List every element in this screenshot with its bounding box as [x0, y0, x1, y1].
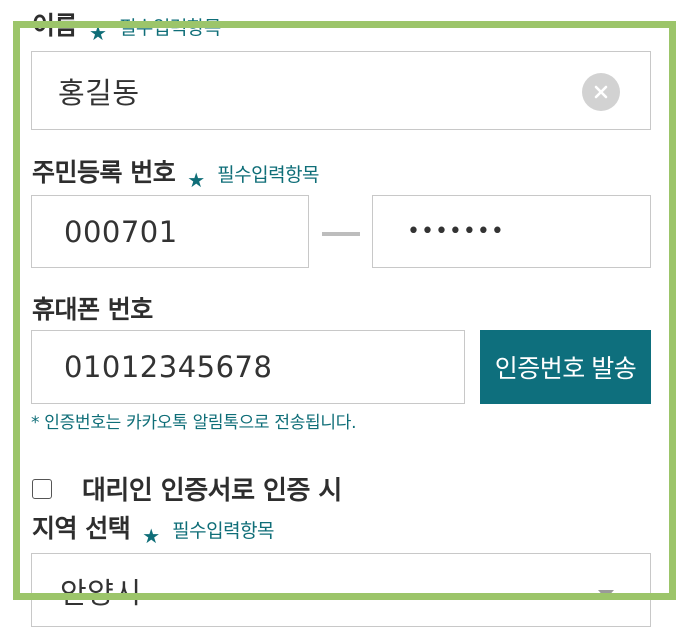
rrn-label: 주민등록 번호 — [32, 158, 176, 187]
phone-value: 01012345678 — [64, 350, 273, 384]
region-label: 지역 선택 — [32, 514, 131, 543]
rrn-label-row: 주민등록 번호 ★ 필수입력항목 — [32, 153, 320, 192]
proxy-checkbox[interactable] — [32, 479, 52, 499]
phone-input[interactable]: 01012345678 — [31, 330, 465, 404]
required-star-icon: ★ — [187, 168, 206, 192]
phone-label: 휴대폰 번호 — [32, 295, 153, 324]
close-circle-icon[interactable] — [582, 73, 620, 111]
rrn-back-input[interactable]: ••••••• — [372, 195, 651, 268]
required-text: 필수입력항목 — [172, 520, 275, 542]
required-text: 필수입력항목 — [217, 164, 320, 186]
rrn-front-input[interactable]: 000701 — [31, 195, 309, 268]
name-label: 이름 — [32, 11, 78, 40]
phone-label-row: 휴대폰 번호 — [32, 290, 153, 326]
phone-note: * 인증번호는 카카오톡 알림톡으로 전송됩니다. — [31, 413, 357, 433]
name-label-row: 이름 ★ 필수입력항목 — [32, 6, 221, 45]
chevron-down-icon — [598, 590, 614, 599]
send-code-button[interactable]: 인증번호 발송 — [480, 330, 651, 404]
name-value: 홍길동 — [58, 75, 140, 110]
rrn-back-value: ••••••• — [407, 219, 505, 244]
name-input[interactable]: 홍길동 — [31, 51, 651, 130]
proxy-label[interactable]: 대리인 인증서로 인증 시 — [82, 470, 342, 507]
rrn-front-value: 000701 — [64, 214, 178, 249]
region-value: 안양시 — [60, 576, 142, 610]
required-star-icon: ★ — [142, 524, 161, 548]
rrn-separator — [322, 232, 360, 236]
region-label-row: 지역 선택 ★ 필수입력항목 — [32, 509, 275, 548]
required-star-icon: ★ — [89, 21, 107, 45]
region-select[interactable]: 안양시 — [31, 553, 651, 627]
required-text: 필수입력항목 — [118, 17, 221, 39]
